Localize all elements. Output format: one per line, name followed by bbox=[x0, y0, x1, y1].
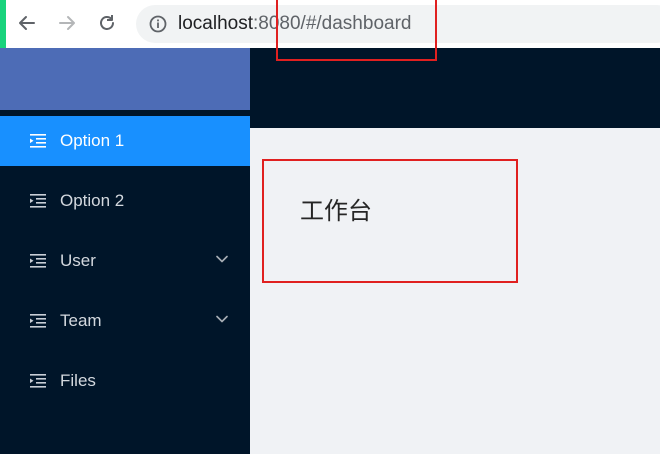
menu-fold-icon bbox=[30, 194, 46, 208]
menu-fold-icon bbox=[30, 254, 46, 268]
sidebar-item-option-2[interactable]: Option 2 bbox=[0, 176, 250, 226]
sidebar-item-option-1[interactable]: Option 1 bbox=[0, 116, 250, 166]
reload-icon[interactable] bbox=[94, 10, 120, 36]
sidebar-item-files[interactable]: Files bbox=[0, 356, 250, 406]
sidebar-item-label: User bbox=[60, 251, 96, 270]
chevron-down-icon[interactable] bbox=[216, 255, 228, 263]
sidebar-item-label: Option 2 bbox=[60, 191, 125, 210]
annotation-box-heading bbox=[262, 159, 518, 283]
sidebar-item-label: Option 1 bbox=[60, 131, 125, 150]
sidebar: Option 1 Option 2 User Team Files bbox=[0, 48, 250, 454]
sidebar-item-team[interactable]: Team bbox=[0, 296, 250, 346]
sidebar-logo-area bbox=[0, 48, 250, 110]
chevron-down-icon[interactable] bbox=[216, 315, 228, 323]
menu-fold-icon bbox=[30, 374, 46, 388]
forward-arrow-icon[interactable] bbox=[54, 10, 80, 36]
sidebar-item-user[interactable]: User bbox=[0, 236, 250, 286]
info-icon[interactable] bbox=[148, 14, 168, 34]
menu-fold-icon bbox=[30, 134, 46, 148]
back-arrow-icon[interactable] bbox=[14, 10, 40, 36]
url-host: localhost bbox=[178, 13, 253, 34]
sidebar-item-label: Team bbox=[60, 311, 102, 330]
annotation-box-url bbox=[276, 0, 437, 61]
menu-fold-icon bbox=[30, 314, 46, 328]
sidebar-item-label: Files bbox=[60, 371, 96, 390]
